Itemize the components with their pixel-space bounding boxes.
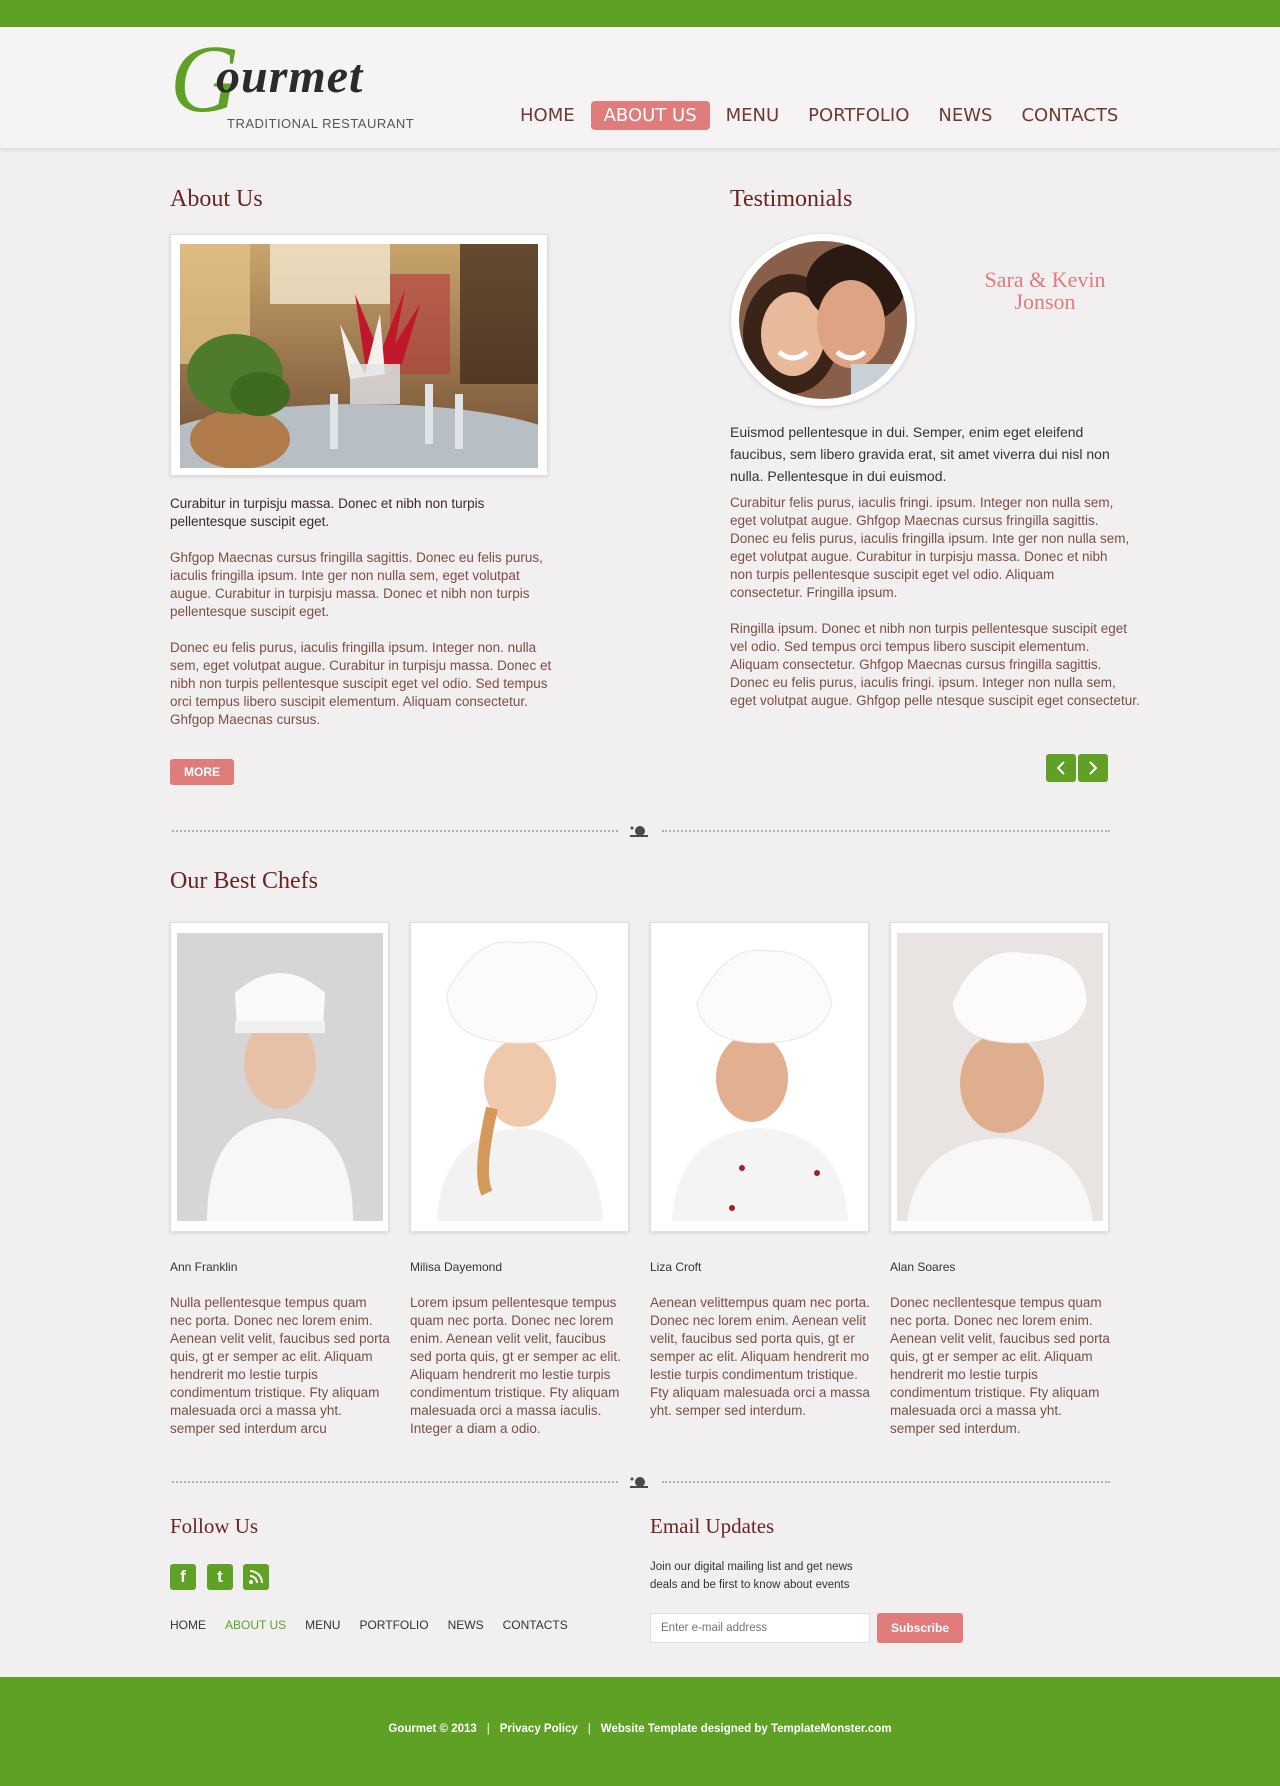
footer-nav-home[interactable]: HOME: [170, 1618, 206, 1632]
privacy-link[interactable]: Privacy Policy: [500, 1723, 578, 1735]
footer-nav-menu[interactable]: MENU: [305, 1618, 340, 1632]
about-lead: Curabitur in turpisju massa. Donec et ni…: [170, 496, 485, 529]
testimonials-heading: Testimonials: [730, 186, 853, 212]
site-footer: Gourmet © 2013 | Privacy Policy | Website Te…: [0, 1677, 1280, 1786]
chefs-heading: Our Best Chefs: [170, 868, 318, 894]
restaurant-table-image: [180, 244, 538, 468]
chef-photo: [657, 933, 863, 1221]
nav-contacts[interactable]: CONTACTS: [1008, 101, 1131, 130]
chef-photo: [177, 933, 383, 1221]
nav-news[interactable]: NEWS: [925, 101, 1005, 130]
chef-name: Milisa Dayemond: [410, 1260, 503, 1274]
chef-bio: Aenean velittempus quam nec porta. Donec…: [650, 1295, 870, 1418]
chef-card[interactable]: [170, 922, 389, 1232]
site-header: G ourmet TRADITIONAL RESTAURANT HOME ABO…: [0, 27, 1280, 149]
chef-card[interactable]: [890, 922, 1109, 1232]
subscribe-button[interactable]: Subscribe: [877, 1613, 963, 1643]
footer-text: Gourmet © 2013 | Privacy Policy | Website Te…: [388, 1723, 892, 1735]
nav-portfolio[interactable]: PORTFOLIO: [795, 101, 922, 130]
about-paragraph-2: Donec eu felis purus, iaculis fringilla …: [170, 640, 552, 727]
chevron-left-icon: [1056, 761, 1065, 775]
twitter-icon[interactable]: t: [207, 1564, 233, 1590]
nav-menu[interactable]: MENU: [713, 101, 793, 130]
author-name-line-2: Jonson: [1014, 289, 1076, 314]
copyright: Gourmet © 2013: [388, 1723, 477, 1735]
facebook-icon[interactable]: f: [170, 1564, 196, 1590]
section-divider: [170, 824, 1110, 838]
nav-home[interactable]: HOME: [507, 101, 588, 130]
chef-card[interactable]: [410, 922, 629, 1232]
testimonial-author: Sara & Kevin Jonson: [960, 269, 1130, 313]
more-button[interactable]: MORE: [170, 759, 234, 785]
about-heading: About Us: [170, 186, 263, 212]
about-photo-frame: [170, 234, 548, 476]
footer-nav-about-us[interactable]: ABOUT US: [225, 1618, 286, 1632]
chef-card[interactable]: [650, 922, 869, 1232]
testimonial-paragraph-1: Curabitur felis purus, iaculis fringi. i…: [730, 495, 1130, 600]
logo-tagline: TRADITIONAL RESTAURANT: [227, 116, 415, 131]
footer-nav-portfolio[interactable]: PORTFOLIO: [359, 1618, 428, 1632]
chef-name: Alan Soares: [890, 1260, 956, 1274]
testimonial-lead: Euismod pellentesque in dui. Semper, eni…: [730, 424, 1110, 484]
chef-bio: Lorem ipsum pellentesque tempus quam nec…: [410, 1295, 621, 1436]
logo-wordmark: ourmet: [216, 50, 364, 103]
chef-photo: [417, 933, 623, 1221]
chef-name: Liza Croft: [650, 1260, 702, 1274]
nav-about-us[interactable]: ABOUT US: [590, 101, 710, 130]
chef-bio: Donec necllentesque tempus quam nec port…: [890, 1295, 1110, 1436]
top-accent-bar: [0, 0, 1280, 27]
author-name-line-1: Sara & Kevin: [984, 267, 1106, 292]
about-paragraph-1: Ghfgop Maecnas cursus fringilla sagittis…: [170, 550, 543, 619]
snail-ornament-icon: [630, 826, 648, 837]
chef-bio: Nulla pellentesque tempus quam nec porta…: [170, 1295, 390, 1436]
email-description: Join our digital mailing list and get ne…: [650, 1561, 853, 1591]
chef-photo: [897, 933, 1103, 1221]
section-divider: [170, 1475, 1110, 1489]
testimonial-paragraph-2: Ringilla ipsum. Donec et nibh non turpis…: [730, 621, 1140, 708]
chef-name: Ann Franklin: [170, 1260, 238, 1274]
footer-nav: HOME ABOUT US MENU PORTFOLIO NEWS CONTAC…: [170, 1618, 587, 1632]
next-testimonial-button[interactable]: [1078, 754, 1108, 782]
footer-nav-news[interactable]: NEWS: [448, 1618, 484, 1632]
footer-nav-contacts[interactable]: CONTACTS: [503, 1618, 568, 1632]
prev-testimonial-button[interactable]: [1046, 754, 1076, 782]
snail-ornament-icon: [630, 1477, 648, 1488]
main-nav: HOME ABOUT US MENU PORTFOLIO NEWS CONTAC…: [507, 101, 1134, 130]
chevron-right-icon: [1089, 761, 1098, 775]
site-logo[interactable]: G ourmet TRADITIONAL RESTAURANT: [170, 31, 430, 136]
rss-icon[interactable]: [243, 1564, 269, 1590]
email-heading: Email Updates: [650, 1514, 775, 1538]
follow-heading: Follow Us: [170, 1514, 259, 1538]
testimonial-avatar: [731, 234, 915, 406]
credit-link[interactable]: Website Template designed by TemplateMon…: [601, 1723, 892, 1735]
email-input[interactable]: [650, 1613, 870, 1643]
